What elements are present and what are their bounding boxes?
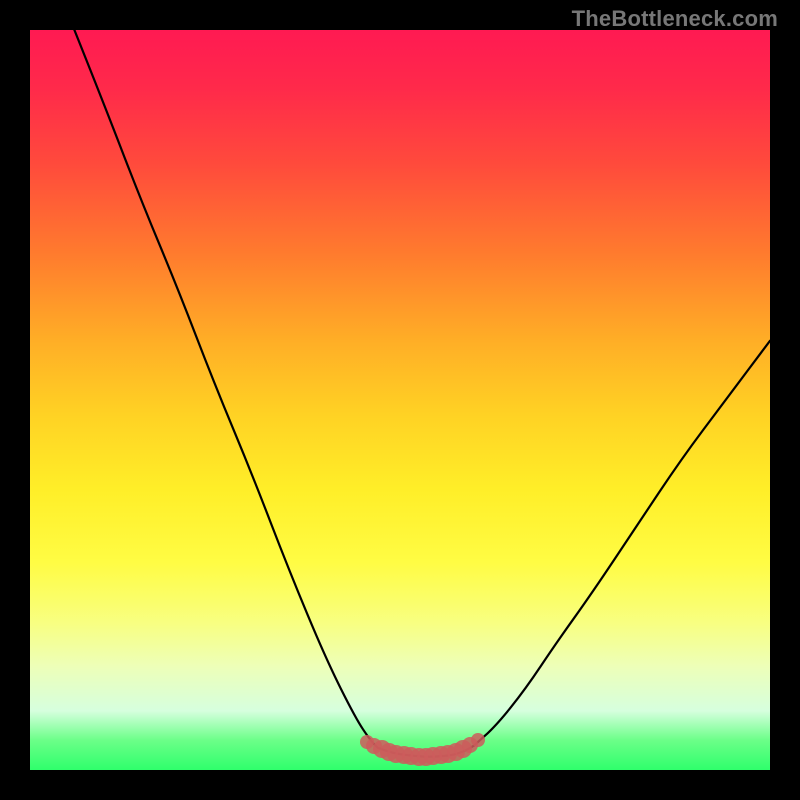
watermark-text: TheBottleneck.com [572,6,778,32]
optimal-marker [471,733,485,747]
plot-area [30,30,770,770]
chart-stage: TheBottleneck.com [0,0,800,800]
marker-layer [30,30,770,770]
